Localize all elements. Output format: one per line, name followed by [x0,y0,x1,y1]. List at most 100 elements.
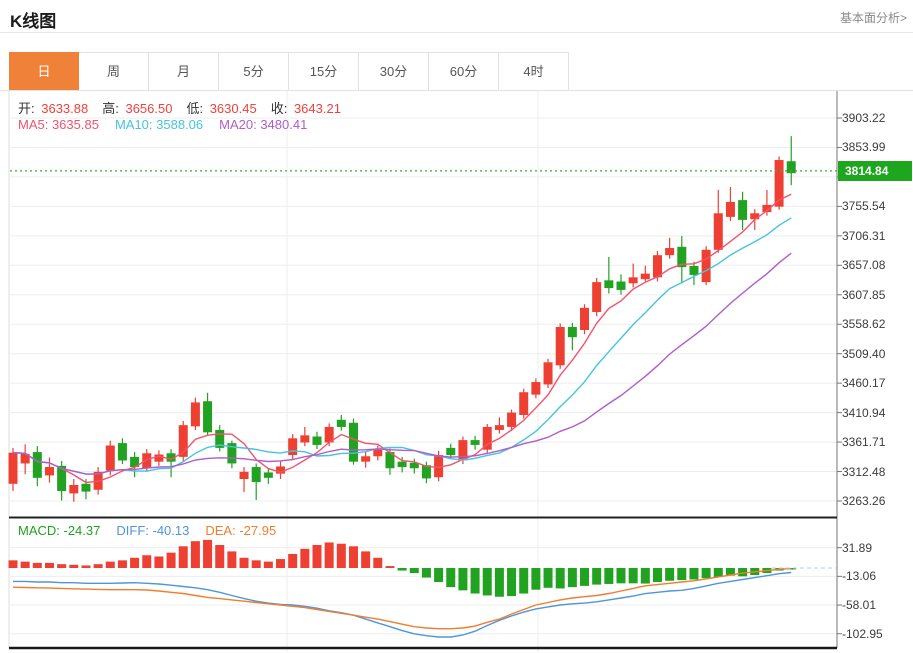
price-axis-label: 3410.94 [842,406,885,420]
price-axis-label: 3509.40 [842,347,885,361]
candle [556,323,565,368]
readout-item: 高: 3656.50 [102,98,186,117]
candle [617,274,626,294]
candle [179,421,188,461]
candle [264,468,273,484]
macd-bar [519,568,528,594]
candle [215,425,224,451]
readout-item: DIFF: -40.13 [116,523,189,538]
macd-bar [665,568,674,581]
candle [471,436,480,450]
macd-bar [300,549,309,568]
macd-bar [471,568,480,594]
candle [604,257,613,294]
macd-bar [629,568,638,583]
candle [361,452,370,468]
macd-bar [45,563,54,568]
macd-bar [9,560,18,568]
candle [531,378,540,398]
macd-bar [191,541,200,568]
price-axis-label: 3755.54 [842,199,885,213]
price-axis-label: 3657.08 [842,258,885,272]
macd-bar [495,568,504,597]
macd-bar [398,568,407,571]
candle [9,448,18,491]
macd-bar [325,542,334,568]
macd-bar [580,568,589,586]
price-axis-label: 3263.26 [842,494,885,508]
price-axis-label: 3460.17 [842,376,885,390]
macd-bar [179,546,188,568]
macd-axis-label: -102.95 [842,627,883,641]
readout-item: MA5: 3635.85 [18,117,99,132]
candle [738,192,747,230]
macd-bar [410,568,419,573]
ma10-line [13,218,791,474]
candle [787,136,796,185]
readout-item: 收: 3643.21 [271,98,355,117]
current-price-badge: 3814.84 [838,161,912,181]
kline-app: K线图 基本面分析> 日周月5分15分30分60分4时 开: 3633.88高:… [0,0,913,653]
price-axis-label: 3903.22 [842,111,885,125]
candle [349,419,358,465]
macd-bar [653,568,662,582]
macd-bar [446,568,455,587]
macd-bar [227,551,236,568]
price-axis-label: 3853.99 [842,140,885,154]
macd-bar [531,568,540,590]
price-axis-label: 3706.31 [842,229,885,243]
candle [203,393,212,436]
candle [544,359,553,388]
candle [154,450,163,466]
candle [33,446,42,486]
macd-bar [21,562,30,568]
macd-bar [677,568,686,580]
macd-bar [641,568,650,584]
candle [288,434,297,460]
candle [300,427,309,446]
macd-bar [154,557,163,568]
macd-bar [507,568,516,596]
price-axis-label: 3607.85 [842,288,885,302]
candle [665,238,674,259]
candle [276,461,285,479]
macd-bar [714,568,723,577]
candle [337,415,346,431]
macd-bar [434,568,443,582]
macd-bar [33,563,42,568]
candle [21,444,30,474]
candle [775,156,784,209]
macd-bar [361,551,370,568]
readout-item: 低: 3630.45 [186,98,270,117]
candle [726,187,735,221]
candle [191,398,200,430]
macd-bar [313,545,322,568]
macd-bar [422,568,431,578]
macd-bar [544,568,553,588]
macd-bar [483,568,492,595]
macd-bar [349,546,358,568]
macd-axis-label: 31.89 [842,541,872,555]
macd-bar [568,568,577,587]
candle [45,457,54,482]
price-axis-label: 3558.62 [842,317,885,331]
ohlc-readout: 开: 3633.88高: 3656.50低: 3630.45收: 3643.21 [18,98,355,117]
macd-bar [702,568,711,578]
readout-item: MA20: 3480.41 [219,117,307,132]
macd-bar [337,544,346,568]
macd-bar [252,560,261,568]
macd-histogram [9,540,796,597]
macd-bar [556,568,565,588]
readout-item: MACD: -24.37 [18,523,100,538]
macd-bar [118,560,127,568]
macd-readout: MACD: -24.37DIFF: -40.13DEA: -27.95 [18,523,292,538]
candle [519,389,528,419]
candle [240,467,249,492]
candle [641,266,650,282]
macd-bar [167,553,176,568]
candle [677,236,686,283]
macd-bar [592,568,601,585]
macd-bar [240,558,249,568]
macd-bar [689,568,698,579]
macd-bar [215,545,224,568]
